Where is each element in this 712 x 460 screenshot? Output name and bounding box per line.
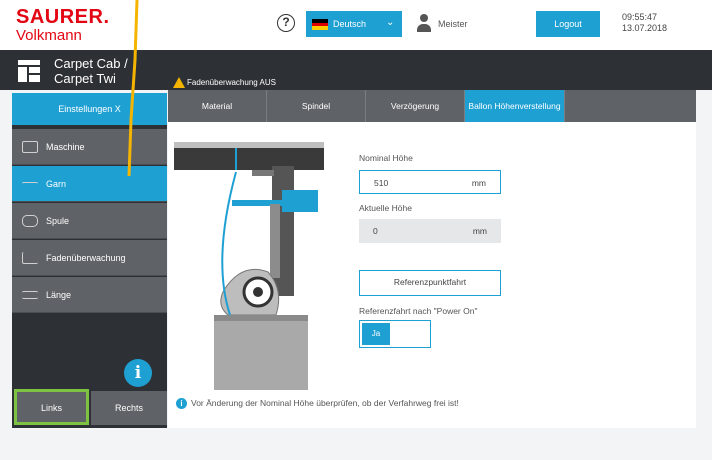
reference-power-on-toggle[interactable]: Ja [359, 320, 431, 348]
sidebar-item-spule[interactable]: Spule [12, 203, 167, 239]
yarn-icon [22, 182, 38, 188]
machine-title: Carpet Cab / Carpet Twi [54, 56, 128, 86]
info-button[interactable]: i [124, 359, 152, 387]
sidebar-item-label: Garn [46, 179, 67, 189]
spindle-illustration [174, 142, 324, 390]
user-name: Meister [438, 19, 468, 29]
sidebar-item-label: Spule [46, 216, 70, 226]
spool-icon [22, 215, 38, 227]
machine-title-line2: Carpet Twi [54, 71, 116, 86]
german-flag-icon [312, 19, 328, 30]
brand-subtitle: Volkmann [16, 27, 82, 44]
sidebar-item-label: Fadenüberwachung [46, 253, 126, 263]
clock-date: 13.07.2018 [622, 23, 668, 33]
tab-spindel[interactable]: Spindel [267, 90, 366, 122]
tab-material[interactable]: Material [168, 90, 267, 122]
right-side-button[interactable]: Rechts [91, 391, 167, 425]
nominal-height-value: 510 [374, 178, 389, 188]
sidebar-item-label: Maschine [46, 142, 85, 152]
yellow-pointer-line [127, 0, 139, 176]
actual-height-value: 0 [373, 226, 378, 236]
sidebar-item-garn[interactable]: Garn [12, 166, 167, 202]
nominal-height-input[interactable]: 510 mm [359, 170, 501, 194]
sidebar-item-laenge[interactable]: Länge [12, 277, 167, 313]
user-icon [417, 14, 431, 32]
info-icon: i [176, 398, 187, 410]
sidebar-item-maschine[interactable]: Maschine [12, 129, 167, 165]
chevron-down-icon: ⌄ [386, 17, 395, 28]
sidebar-item-fadenueberwachung[interactable]: Fadenüberwachung [12, 240, 167, 276]
left-side-button[interactable]: Links [14, 389, 89, 425]
machine-icon [22, 141, 38, 153]
logout-button[interactable]: Logout [536, 11, 600, 37]
tab-verzoegerung[interactable]: Verzögerung [366, 90, 465, 122]
sidebar-item-label: Länge [46, 290, 72, 300]
info-note: i Vor Änderung der Nominal Höhe überprüfe… [176, 398, 459, 410]
brand-logo: SAURER. [16, 6, 110, 28]
machine-header: Carpet Cab / Carpet Twi [0, 50, 712, 90]
warning-text: Fadenüberwachung AUS [187, 78, 276, 87]
machine-title-line1: Carpet Cab / [54, 56, 128, 71]
language-label: Deutsch [333, 19, 367, 29]
actual-height-unit: mm [472, 226, 487, 236]
actual-height-label: Aktuelle Höhe [359, 203, 412, 213]
toggle-knob: Ja [362, 323, 390, 345]
help-icon[interactable]: ? [277, 14, 295, 32]
length-icon [22, 291, 38, 299]
language-select[interactable]: Deutsch ⌄ [306, 11, 402, 37]
info-note-text: Vor Änderung der Nominal Höhe überprüfen… [191, 398, 459, 408]
thread-monitor-icon [22, 252, 38, 264]
reference-power-on-label: Referenzfahrt nach "Power On" [359, 306, 478, 316]
nominal-height-unit: mm [471, 178, 486, 188]
actual-height-field: 0 mm [359, 219, 501, 243]
machine-layout-icon [18, 60, 40, 82]
warning-icon [173, 77, 185, 88]
user-menu[interactable]: Meister [414, 11, 514, 37]
top-bar: SAURER. Volkmann ? Deutsch ⌄ Meister Log… [0, 0, 712, 50]
reference-run-button[interactable]: Referenzpunktfahrt [359, 270, 501, 296]
clock: 09:55:47 13.07.2018 [622, 12, 667, 34]
tab-ballon-hoehenverstellung[interactable]: Ballon Höhenverstellung [465, 90, 565, 122]
settings-close-button[interactable]: Einstellungen X [12, 93, 167, 125]
clock-time: 09:55:47 [622, 12, 658, 22]
nominal-height-label: Nominal Höhe [359, 153, 413, 163]
